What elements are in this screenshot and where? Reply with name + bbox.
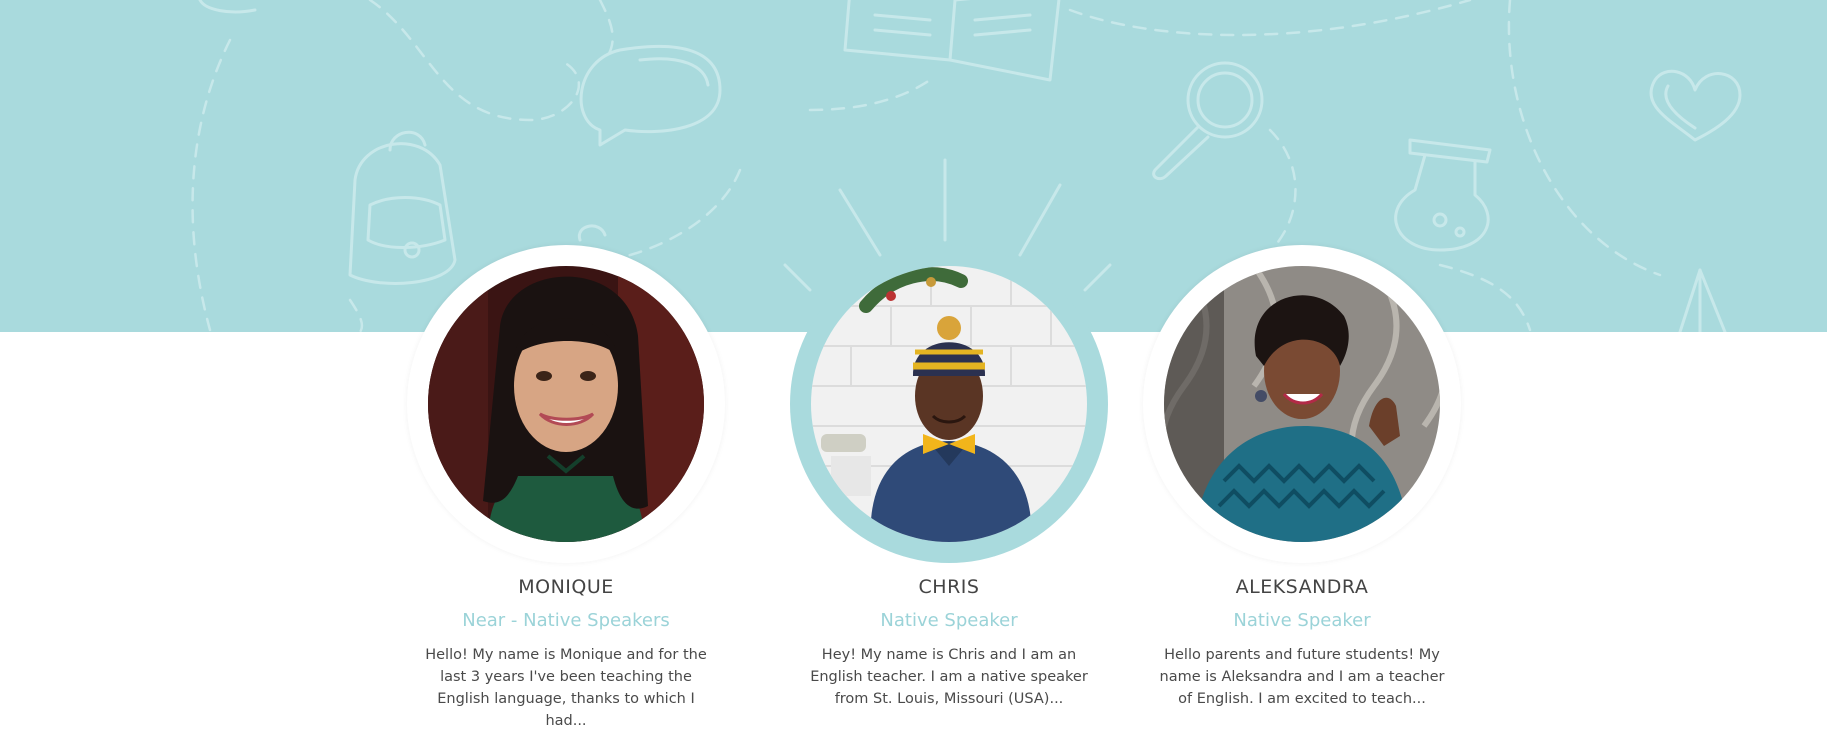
- teacher-name[interactable]: ALEKSANDRA: [1137, 576, 1467, 598]
- teacher-card-aleksandra[interactable]: ALEKSANDRA Native Speaker Hello parents …: [1137, 245, 1467, 710]
- photo-ring: [1143, 245, 1461, 563]
- teacher-role: Near - Native Speakers: [462, 610, 670, 631]
- teacher-card-chris[interactable]: CHRIS Native Speaker Hey! My name is Chr…: [784, 245, 1114, 710]
- teacher-bio: Hello parents and future students! My na…: [1159, 647, 1445, 707]
- scribble-doodle: [198, 0, 257, 14]
- heart-icon: [1649, 69, 1742, 142]
- teacher-role: Native Speaker: [1233, 610, 1371, 631]
- teacher-name[interactable]: MONIQUE: [401, 576, 731, 598]
- teacher-photo[interactable]: [428, 266, 704, 542]
- magnifier-icon: [1152, 61, 1264, 181]
- teacher-photo[interactable]: [811, 266, 1087, 542]
- flask-icon: [1394, 138, 1492, 252]
- photo-ring: [790, 245, 1108, 563]
- open-book-icon: [843, 0, 1061, 82]
- cone-icon: [1678, 268, 1727, 332]
- teacher-role: Native Speaker: [880, 610, 1018, 631]
- speech-bubble-icon: [579, 44, 722, 147]
- teacher-bio: Hello! My name is Monique and for the la…: [425, 647, 707, 729]
- teacher-card-monique[interactable]: MONIQUE Near - Native Speakers Hello! My…: [401, 245, 731, 732]
- teacher-name[interactable]: CHRIS: [784, 576, 1114, 598]
- teacher-photo[interactable]: [1164, 266, 1440, 542]
- teacher-bio: Hey! My name is Chris and I am an Englis…: [810, 647, 1088, 707]
- photo-ring: [407, 245, 725, 563]
